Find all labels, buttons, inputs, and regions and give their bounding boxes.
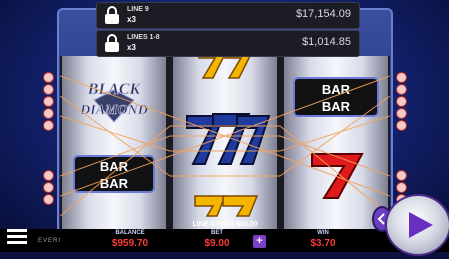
line-pays-message: LINE 4 PAYS $10.00 <box>192 221 258 228</box>
brand-label: EVERI <box>38 238 62 244</box>
lock-icon <box>105 34 119 52</box>
line-indicator <box>43 194 54 205</box>
jackpot-line: LINE 9 <box>127 6 149 13</box>
reel-window: BLACK DIAMOND BAR BAR BAR BAR <box>60 49 390 246</box>
line-indicator <box>396 182 407 193</box>
payline <box>60 125 390 217</box>
line-indicator <box>396 108 407 119</box>
win-label: WIN <box>317 230 329 236</box>
line-indicator <box>43 120 54 131</box>
balance-value: $959.70 <box>111 238 149 249</box>
payline-overlay <box>60 75 390 217</box>
line-indicator <box>396 96 407 107</box>
jackpot-panel: LINE 9 x3 $17,154.09 <box>96 2 360 29</box>
jackpot-line: LINES 1-8 <box>127 34 160 41</box>
payline <box>60 135 390 177</box>
jackpot-panel: LINES 1-8 x3 $1,014.85 <box>96 30 360 57</box>
jackpot-multiplier: x3 <box>127 15 136 24</box>
line-indicator <box>43 182 54 193</box>
line-indicator <box>43 108 54 119</box>
bet-value: $9.00 <box>204 238 230 249</box>
line-indicator <box>43 96 54 107</box>
line-indicator <box>43 84 54 95</box>
spin-button[interactable] <box>385 194 449 256</box>
line-indicator <box>43 72 54 83</box>
line-indicator <box>396 120 407 131</box>
line-indicator <box>43 170 54 181</box>
jackpot-multiplier: x3 <box>127 43 136 52</box>
payline <box>60 115 390 152</box>
jackpot-value: $17,154.09 <box>295 8 351 20</box>
lock-icon <box>105 6 119 24</box>
line-indicator <box>396 84 407 95</box>
increase-bet-button[interactable]: + <box>253 235 266 248</box>
play-icon <box>409 212 433 238</box>
balance-label: BALANCE <box>115 230 145 236</box>
line-indicator <box>396 72 407 83</box>
win-value: $3.70 <box>310 238 336 249</box>
menu-icon[interactable] <box>4 224 30 248</box>
jackpot-value: $1,014.85 <box>302 36 351 48</box>
line-indicator <box>396 170 407 181</box>
bet-label: BET <box>211 230 223 236</box>
